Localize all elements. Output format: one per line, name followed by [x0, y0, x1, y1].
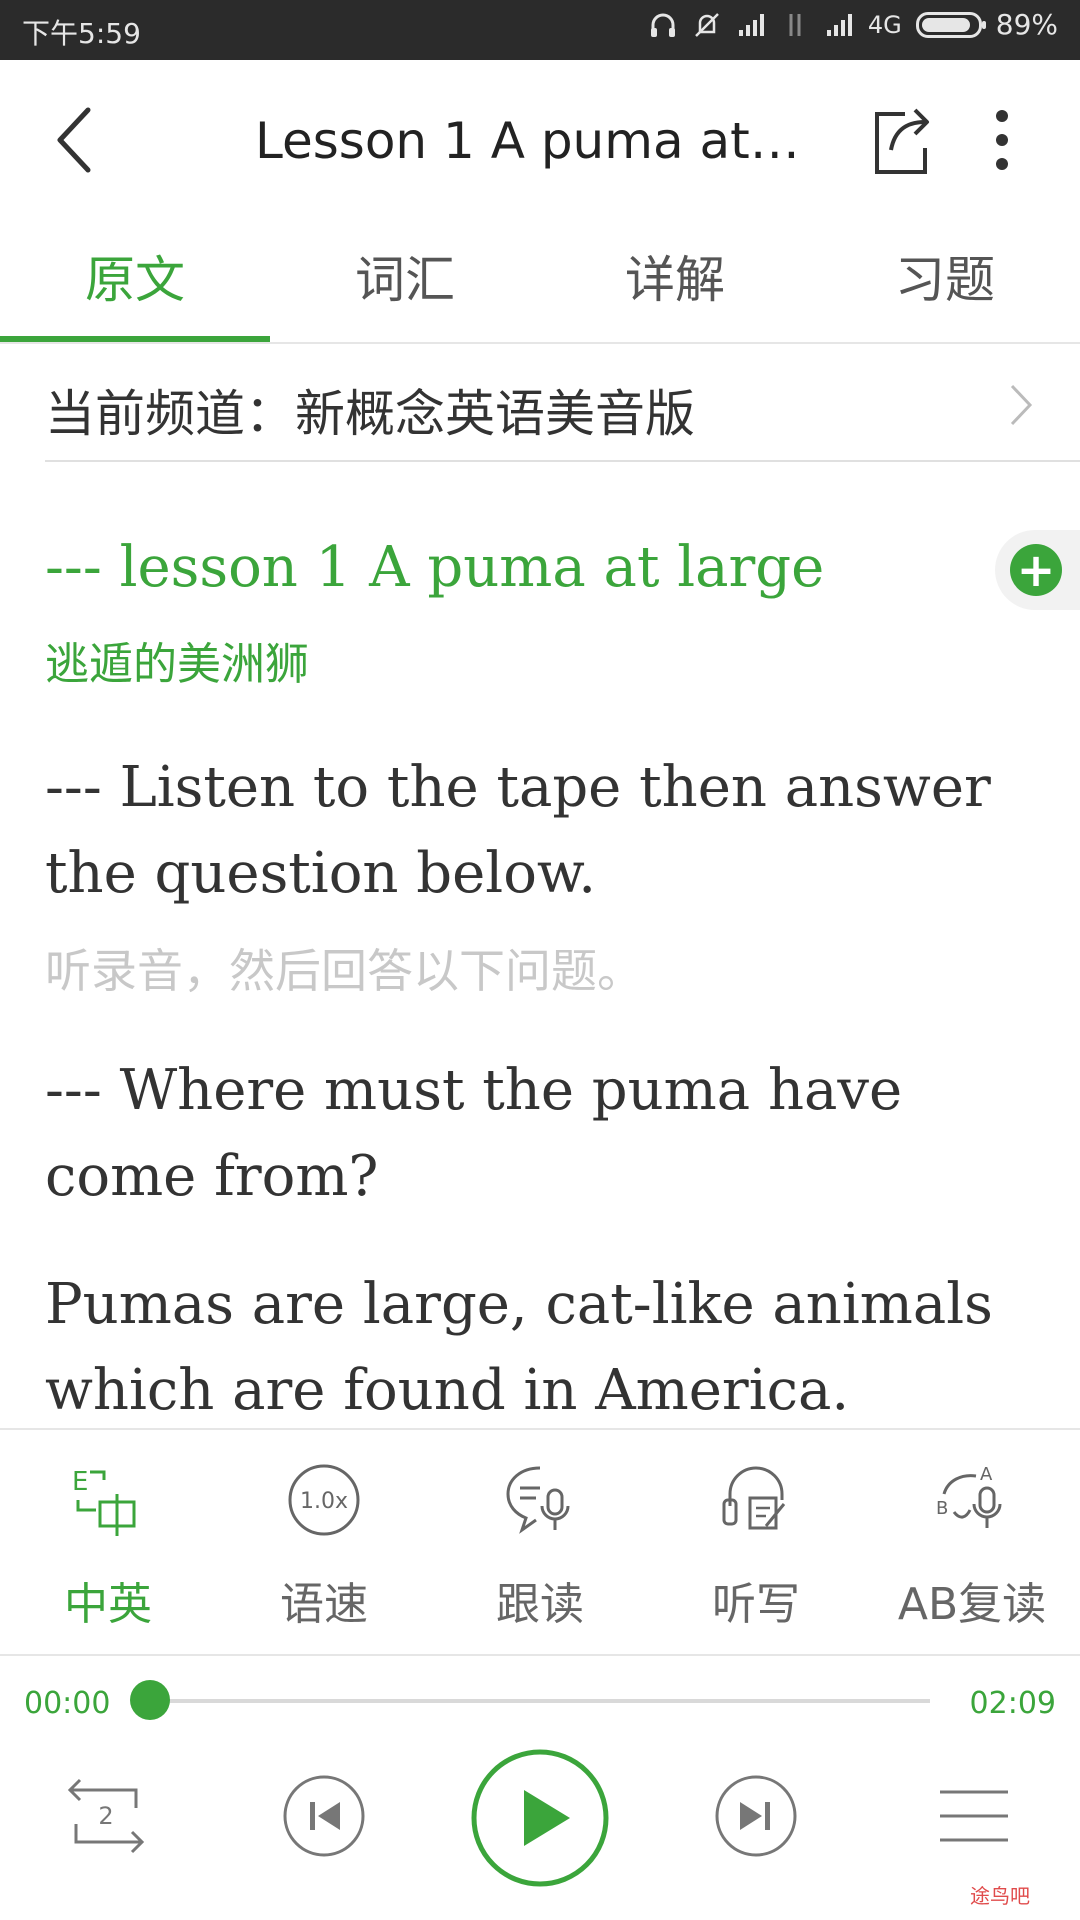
- status-bar: 下午5:59 4G 89%: [0, 0, 1080, 60]
- svg-text:2: 2: [98, 1802, 113, 1830]
- signal-icon-2: [826, 13, 852, 36]
- speed-icon: 1.0x: [288, 1464, 360, 1536]
- tab-vocabulary[interactable]: 词汇: [270, 220, 540, 340]
- speed-label: 语速: [280, 1579, 368, 1630]
- ab-repeat-button[interactable]: A B AB复读: [864, 1430, 1080, 1658]
- total-time: 02:09: [969, 1686, 1056, 1721]
- status-icons: 4G 89%: [648, 8, 1058, 41]
- current-time: 00:00: [24, 1686, 111, 1721]
- next-icon[interactable]: [714, 1774, 798, 1858]
- battery-icon: [915, 11, 986, 38]
- progress-thumb[interactable]: [130, 1680, 170, 1720]
- paragraph-1-en: --- Listen to the tape then answer the q…: [45, 755, 991, 906]
- cn-en-button[interactable]: E 中英: [0, 1430, 216, 1658]
- ab-repeat-icon: A B: [936, 1464, 1002, 1528]
- speed-button[interactable]: 1.0x 语速: [216, 1430, 432, 1658]
- app-bar: Lesson 1 A puma at…: [0, 60, 1080, 220]
- signal-icon: [738, 13, 764, 36]
- function-bar: E 中英 1.0x 语速 跟读 听写 A B AB复读: [0, 1428, 1080, 1656]
- status-time: 下午5:59: [22, 17, 141, 50]
- dictation-icon: [722, 1466, 786, 1530]
- repeat-icon[interactable]: 2: [66, 1776, 146, 1856]
- play-icon[interactable]: [470, 1748, 610, 1888]
- dictation-label: 听写: [712, 1579, 800, 1630]
- paragraph-2-en: --- Where must the puma have come from?: [45, 1058, 903, 1209]
- tab-explanation[interactable]: 详解: [540, 220, 810, 340]
- page-title: Lesson 1 A puma at…: [255, 112, 800, 170]
- read-along-icon: [506, 1466, 570, 1534]
- lesson-title: --- lesson 1 A puma at large: [45, 535, 825, 600]
- tab-original-text[interactable]: 原文: [0, 220, 270, 340]
- read-along-button[interactable]: 跟读: [432, 1430, 648, 1658]
- ab-repeat-label: AB复读: [897, 1579, 1047, 1630]
- more-icon[interactable]: [982, 100, 1022, 180]
- progress-bar: 00:00 02:09: [0, 1660, 1080, 1740]
- svg-text:E: E: [72, 1467, 88, 1497]
- cn-en-label: 中英: [64, 1579, 152, 1630]
- battery-percent: 89%: [995, 8, 1058, 41]
- add-icon[interactable]: +: [1010, 544, 1062, 596]
- data-transfer-icon: [789, 13, 801, 36]
- progress-track[interactable]: [150, 1699, 930, 1703]
- network-type: 4G: [867, 10, 902, 39]
- tab-indicator: [0, 336, 270, 342]
- svg-text:B: B: [936, 1498, 948, 1519]
- watermark: 途鸟吧: [970, 1884, 1030, 1908]
- svg-text:A: A: [980, 1464, 993, 1485]
- mute-bell-icon: [695, 12, 719, 37]
- channel-label: 当前频道：新概念英语美音版: [45, 385, 695, 443]
- channel-row[interactable]: 当前频道：新概念英语美音版: [45, 344, 1080, 462]
- cn-en-toggle-icon: E: [72, 1467, 136, 1536]
- lesson-subtitle: 逃遁的美洲狮: [45, 639, 309, 690]
- dictation-button[interactable]: 听写: [648, 1430, 864, 1658]
- paragraph-3-en: Pumas are large, cat-like animals which …: [45, 1272, 993, 1423]
- read-along-label: 跟读: [496, 1579, 584, 1630]
- paragraph-1-zh: 听录音，然后回答以下问题。: [45, 944, 643, 998]
- playback-controls: 2: [0, 1740, 1080, 1920]
- back-icon[interactable]: [46, 100, 106, 180]
- previous-icon[interactable]: [282, 1774, 366, 1858]
- playlist-icon[interactable]: [938, 1780, 1010, 1852]
- share-icon[interactable]: [865, 100, 935, 180]
- headphones-icon: [650, 13, 675, 37]
- svg-text:1.0x: 1.0x: [300, 1489, 348, 1514]
- tab-bar: 原文 词汇 详解 习题: [0, 220, 1080, 344]
- tab-exercises[interactable]: 习题: [810, 220, 1080, 340]
- chevron-right-icon: [1010, 384, 1033, 426]
